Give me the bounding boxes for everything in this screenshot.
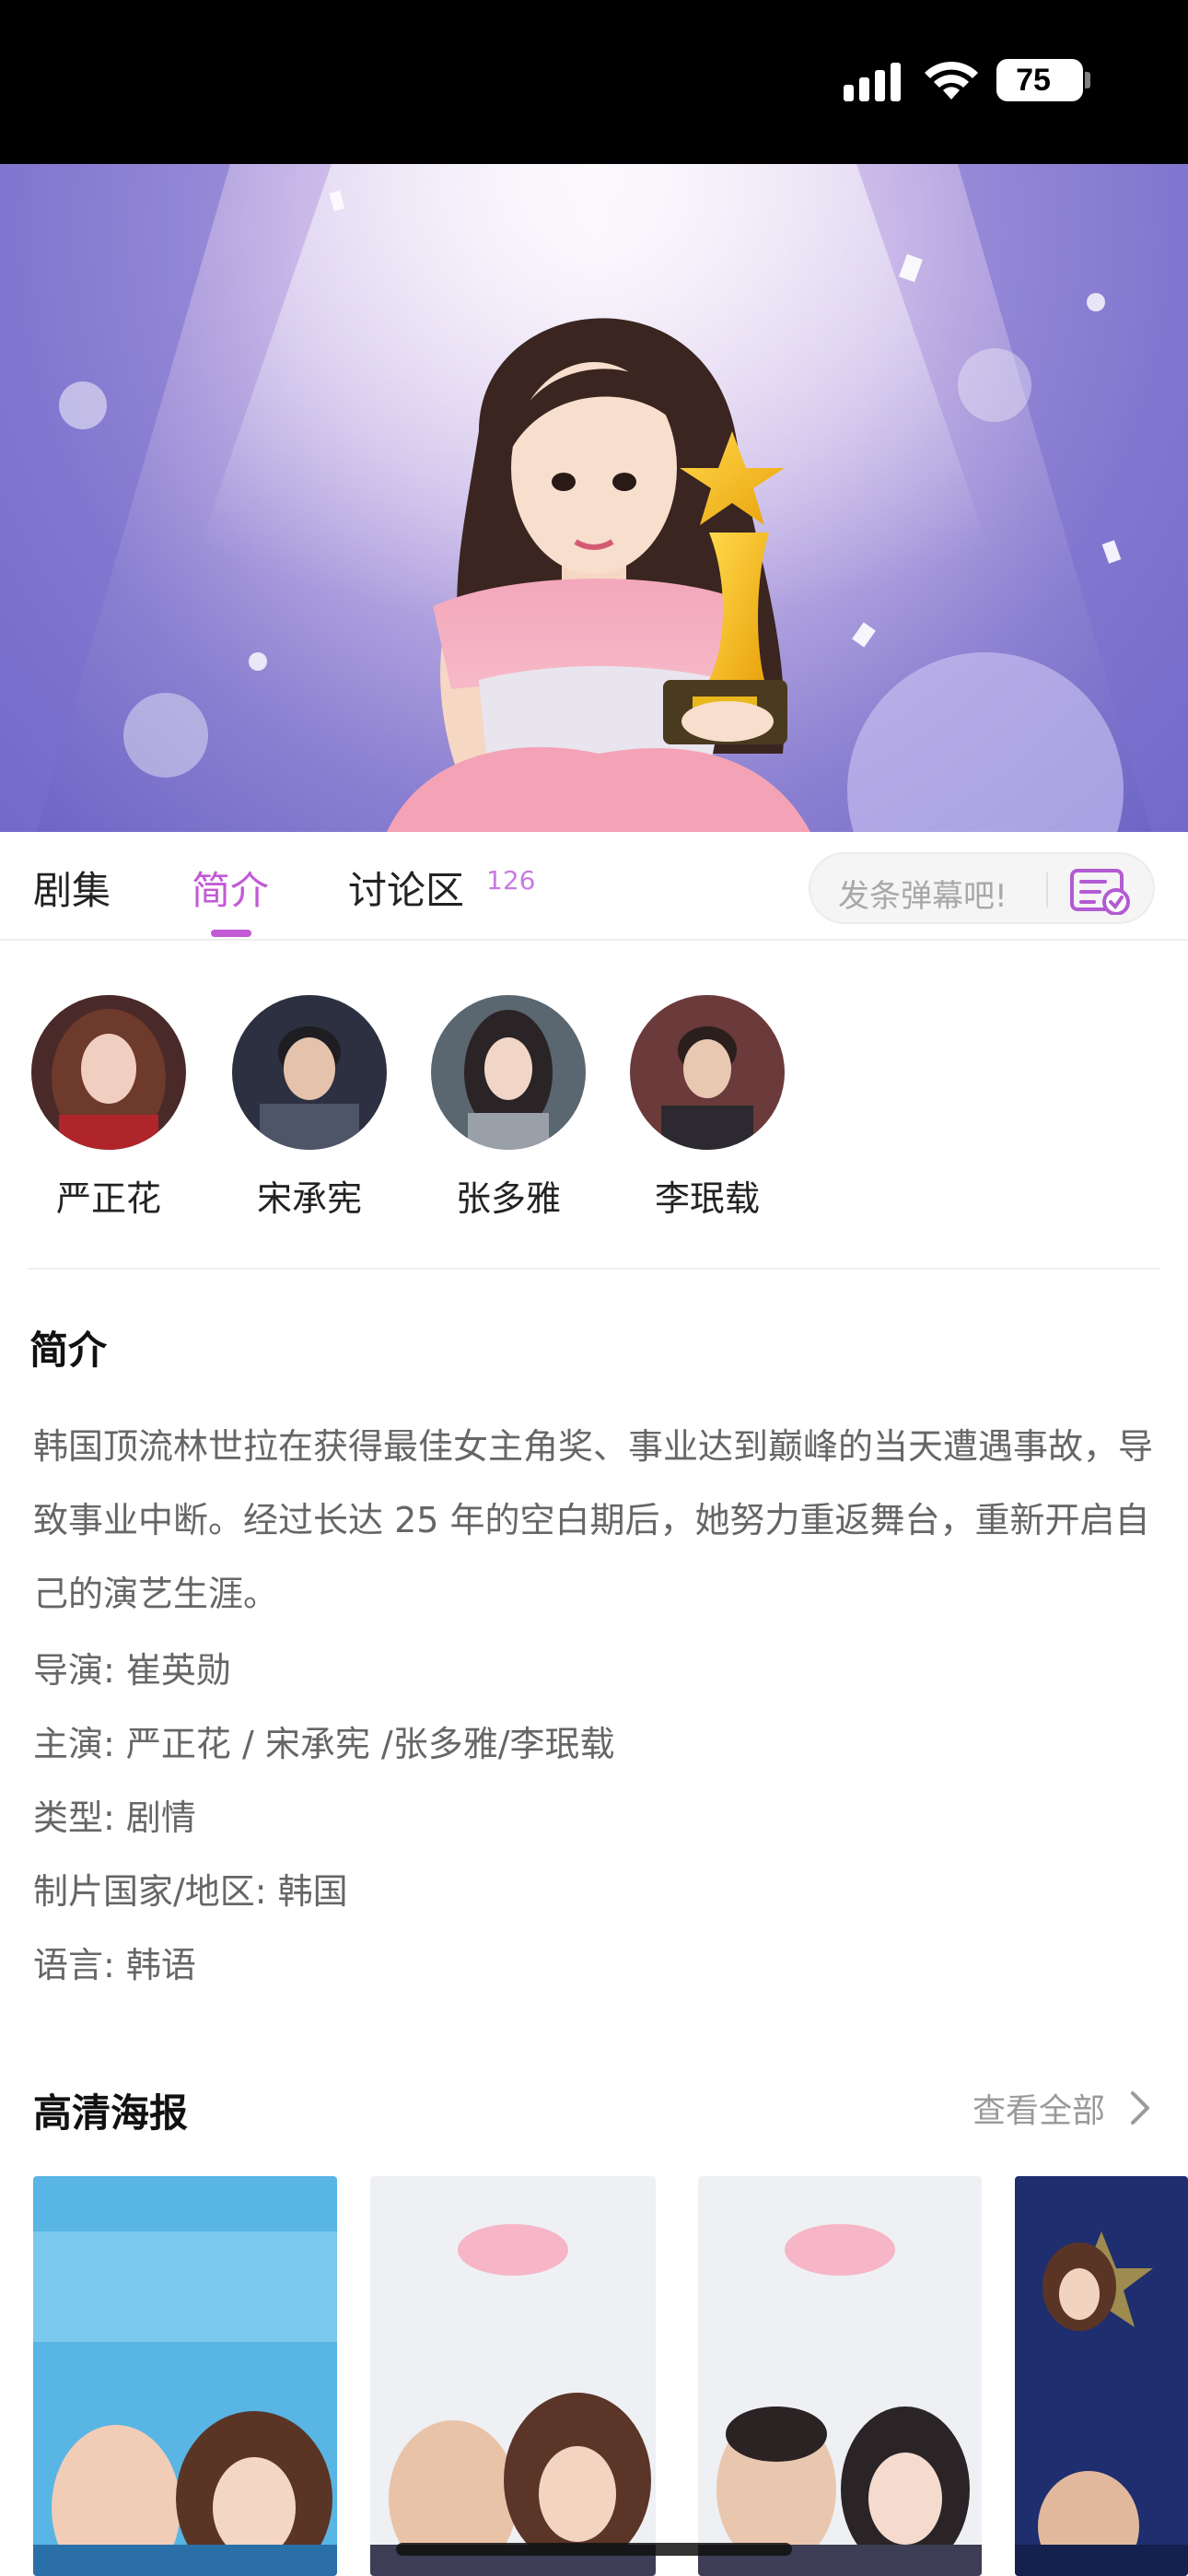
danmaku-divider (1046, 872, 1048, 907)
avatar (630, 995, 785, 1150)
avatar (31, 995, 186, 1150)
language-line: 语言: 韩语 (33, 1945, 196, 1985)
status-bar: 75 (0, 0, 1188, 164)
avatar (431, 995, 586, 1150)
view-all-link[interactable]: 查看全部 (973, 2084, 1105, 2132)
battery-level: 75 (1016, 63, 1051, 98)
avatar (232, 995, 387, 1150)
tab-episodes[interactable]: 剧集 (33, 860, 111, 916)
poster-thumbnail[interactable] (1015, 2176, 1188, 2576)
active-tab-indicator (211, 930, 251, 937)
section-divider (28, 1268, 1160, 1270)
tab-intro[interactable]: 简介 (192, 860, 269, 916)
director-line: 导演: 崔英勋 (33, 1650, 231, 1691)
danmaku-placeholder: 发条弹幕吧! (838, 878, 1007, 915)
danmaku-input[interactable]: 发条弹幕吧! (809, 852, 1155, 924)
battery-icon: 75 (996, 59, 1083, 101)
cast-name: 宋承宪 (256, 1178, 362, 1219)
cast-member[interactable]: 宋承宪 (227, 995, 392, 1221)
cast-name: 张多雅 (455, 1178, 561, 1219)
home-indicator[interactable] (396, 2543, 792, 2556)
intro-description: 韩国顶流林世拉在获得最佳女主角奖、事业达到巅峰的当天遭遇事故，导致事业中断。经过… (33, 1426, 1154, 1614)
genre-line: 类型: 剧情 (33, 1797, 196, 1838)
poster-image (1015, 2176, 1188, 2576)
poster-thumbnail[interactable] (33, 2176, 337, 2576)
poster-image (698, 2176, 982, 2576)
discussion-count-badge: 126 (486, 865, 536, 896)
hero-video[interactable] (0, 164, 1188, 832)
cast-member[interactable]: 李珉载 (624, 995, 790, 1221)
cast-name: 李珉载 (654, 1178, 760, 1219)
intro-heading: 简介 (29, 1328, 108, 1373)
battery-cap (1085, 72, 1090, 88)
tab-bar: 剧集 简介 讨论区 126 发条弹幕吧! (0, 832, 1188, 941)
cast-member[interactable]: 张多雅 (425, 995, 591, 1221)
signal-icon (844, 61, 904, 101)
danmaku-settings-icon[interactable] (1068, 867, 1133, 915)
cast-member[interactable]: 严正花 (26, 995, 192, 1221)
poster-thumbnail[interactable] (370, 2176, 656, 2576)
wifi-icon (925, 61, 978, 100)
poster-image (33, 2176, 337, 2576)
cast-name: 严正花 (55, 1178, 161, 1219)
tab-discussion[interactable]: 讨论区 (348, 860, 464, 916)
poster-thumbnail[interactable] (698, 2176, 982, 2576)
starring-line: 主演: 严正花 / 宋承宪 /张多雅/李珉载 (33, 1724, 615, 1764)
posters-heading: 高清海报 (33, 2090, 189, 2136)
cast-list: 严正花 宋承宪 张多雅 李珉载 (0, 977, 1188, 1235)
poster-image (370, 2176, 656, 2576)
country-line: 制片国家/地区: 韩国 (33, 1871, 348, 1912)
hero-illustration (0, 164, 1188, 832)
chevron-right-icon[interactable] (1129, 2090, 1151, 2126)
